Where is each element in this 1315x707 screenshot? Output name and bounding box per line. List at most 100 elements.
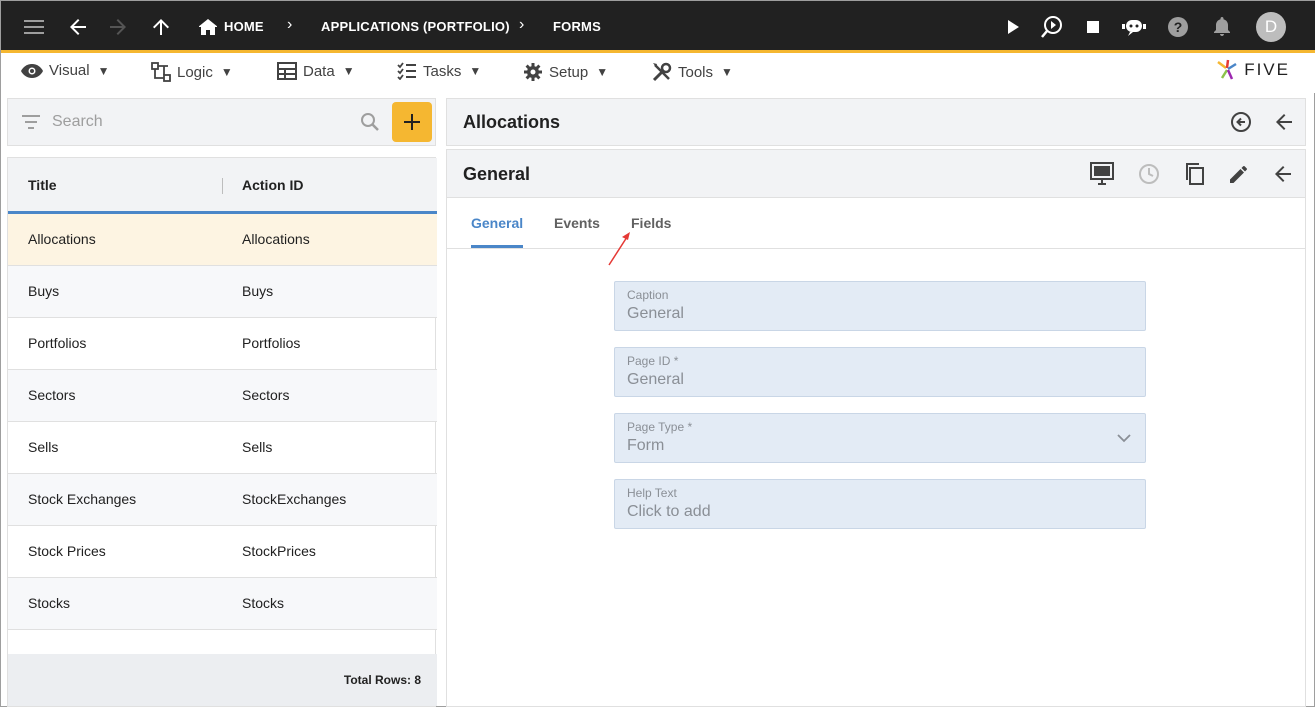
menu-setup-label: Setup <box>549 63 589 81</box>
breadcrumb-applications[interactable]: APPLICATIONS (PORTFOLIO) <box>321 19 510 34</box>
chevron-right-icon: › <box>519 16 525 33</box>
tools-icon <box>652 62 672 82</box>
caption-field[interactable]: Caption General <box>614 281 1146 331</box>
help-text-label: Help Text <box>627 486 677 500</box>
annotation-arrow-icon <box>605 229 635 274</box>
add-button[interactable] <box>392 102 432 142</box>
plus-icon <box>404 114 420 130</box>
cell-title: Sells <box>28 439 59 455</box>
checklist-icon <box>397 62 416 80</box>
tab-fields[interactable]: Fields <box>631 215 671 231</box>
table-row[interactable]: Allocations Allocations <box>8 214 437 266</box>
menu-logic[interactable]: Logic ▼ <box>151 62 233 82</box>
table-row[interactable]: Portfolios Portfolios <box>8 318 437 370</box>
cell-action-id: Allocations <box>242 231 310 247</box>
cell-action-id: Sectors <box>242 387 290 403</box>
cell-title: Sectors <box>28 387 76 403</box>
search-icon[interactable] <box>360 112 380 137</box>
cell-title: Buys <box>28 283 60 299</box>
tab-events[interactable]: Events <box>554 215 600 231</box>
menu-tasks[interactable]: Tasks ▼ <box>397 62 481 80</box>
history-icon[interactable] <box>1137 162 1161 186</box>
gear-icon <box>524 63 542 81</box>
filter-icon[interactable] <box>22 115 40 134</box>
menu-logic-label: Logic <box>177 63 213 81</box>
logic-icon <box>151 62 171 82</box>
chevron-right-icon: › <box>287 16 293 33</box>
breadcrumb-forms[interactable]: FORMS <box>553 19 601 34</box>
cell-title: Stock Prices <box>28 543 106 559</box>
page-id-value: General <box>627 371 684 388</box>
back-arrow-icon[interactable] <box>66 15 90 39</box>
cell-action-id: Stocks <box>242 595 285 611</box>
logo-text: FIVE <box>1244 60 1290 79</box>
help-icon[interactable]: ? <box>1166 15 1190 39</box>
edit-pencil-icon[interactable] <box>1227 162 1251 186</box>
eye-icon <box>21 63 43 78</box>
table-row[interactable]: Stock Exchanges StockExchanges <box>8 474 437 526</box>
chat-bot-icon[interactable] <box>1122 15 1146 39</box>
column-divider <box>222 178 223 194</box>
play-icon[interactable] <box>1001 15 1025 39</box>
form-tabs: General Events Fields <box>447 199 1305 249</box>
history-back-icon[interactable] <box>1229 110 1253 134</box>
menu-visual[interactable]: Visual ▼ <box>21 62 109 79</box>
page-id-field[interactable]: Page ID * General <box>614 347 1146 397</box>
caret-down-icon: ▼ <box>469 64 482 78</box>
table-row[interactable]: Stocks Stocks <box>8 578 437 630</box>
column-header-title[interactable]: Title <box>28 177 57 193</box>
preview-screen-icon[interactable] <box>1090 162 1114 186</box>
column-header-action-id[interactable]: Action ID <box>242 177 303 193</box>
bell-icon[interactable] <box>1210 15 1234 39</box>
menu-bar: Visual ▼ Logic ▼ Data ▼ Tasks ▼ Setup ▼ Tools… <box>1 53 1315 93</box>
up-arrow-icon[interactable] <box>149 15 173 39</box>
run-search-icon[interactable] <box>1040 15 1064 39</box>
cell-action-id: StockExchanges <box>242 491 347 507</box>
search-input[interactable]: Search <box>52 113 103 131</box>
cell-title: Stock Exchanges <box>28 491 137 507</box>
caption-value: General <box>627 305 684 322</box>
table-header: Title Action ID <box>8 158 437 214</box>
help-text-field[interactable]: Help Text Click to add <box>614 479 1146 529</box>
cell-action-id: Portfolios <box>242 335 301 351</box>
total-rows: Total Rows: 8 <box>343 673 421 687</box>
back-arrow-icon[interactable] <box>1272 110 1296 134</box>
forms-table: Title Action ID Allocations Allocations … <box>7 157 437 707</box>
caret-down-icon: ▼ <box>220 65 233 79</box>
caption-label: Caption <box>627 288 669 302</box>
stop-icon[interactable] <box>1081 15 1105 39</box>
form-title: General <box>463 164 531 184</box>
back-arrow-icon[interactable] <box>1271 162 1295 186</box>
form-header: General <box>447 150 1305 198</box>
caret-down-icon: ▼ <box>97 63 110 78</box>
menu-setup[interactable]: Setup ▼ <box>523 62 608 82</box>
breadcrumb-home[interactable]: HOME <box>224 19 264 34</box>
cell-action-id: StockPrices <box>242 543 316 559</box>
table-row[interactable]: Sectors Sectors <box>8 370 437 422</box>
menu-tools[interactable]: Tools ▼ <box>652 62 733 82</box>
home-icon[interactable] <box>196 15 220 39</box>
menu-tasks-label: Tasks <box>423 62 462 80</box>
menu-tools-label: Tools <box>678 63 714 81</box>
page-type-value: Form <box>627 437 665 454</box>
top-bar: HOME › APPLICATIONS (PORTFOLIO) › FORMS … <box>1 1 1315 53</box>
table-row[interactable]: Sells Sells <box>8 422 437 474</box>
caret-down-icon: ▼ <box>721 65 733 79</box>
copy-icon[interactable] <box>1183 162 1207 186</box>
menu-visual-label: Visual <box>49 62 90 79</box>
page-type-label: Page Type * <box>627 420 693 434</box>
menu-data[interactable]: Data ▼ <box>277 62 355 80</box>
page-type-select[interactable]: Page Type * Form <box>614 413 1146 463</box>
five-logo: FIVE <box>1216 58 1290 82</box>
help-text-value: Click to add <box>627 503 711 520</box>
caret-down-icon: ▼ <box>342 64 355 78</box>
forward-arrow-icon[interactable] <box>106 15 130 39</box>
caret-down-icon: ▼ <box>596 65 609 79</box>
menu-icon[interactable] <box>22 15 46 39</box>
search-bar: Search <box>7 98 436 146</box>
table-row[interactable]: Stock Prices StockPrices <box>8 526 437 578</box>
table-row[interactable]: Buys Buys <box>8 266 437 318</box>
cell-title: Allocations <box>28 231 96 247</box>
tab-general[interactable]: General <box>471 215 523 231</box>
avatar[interactable]: D <box>1256 12 1286 42</box>
